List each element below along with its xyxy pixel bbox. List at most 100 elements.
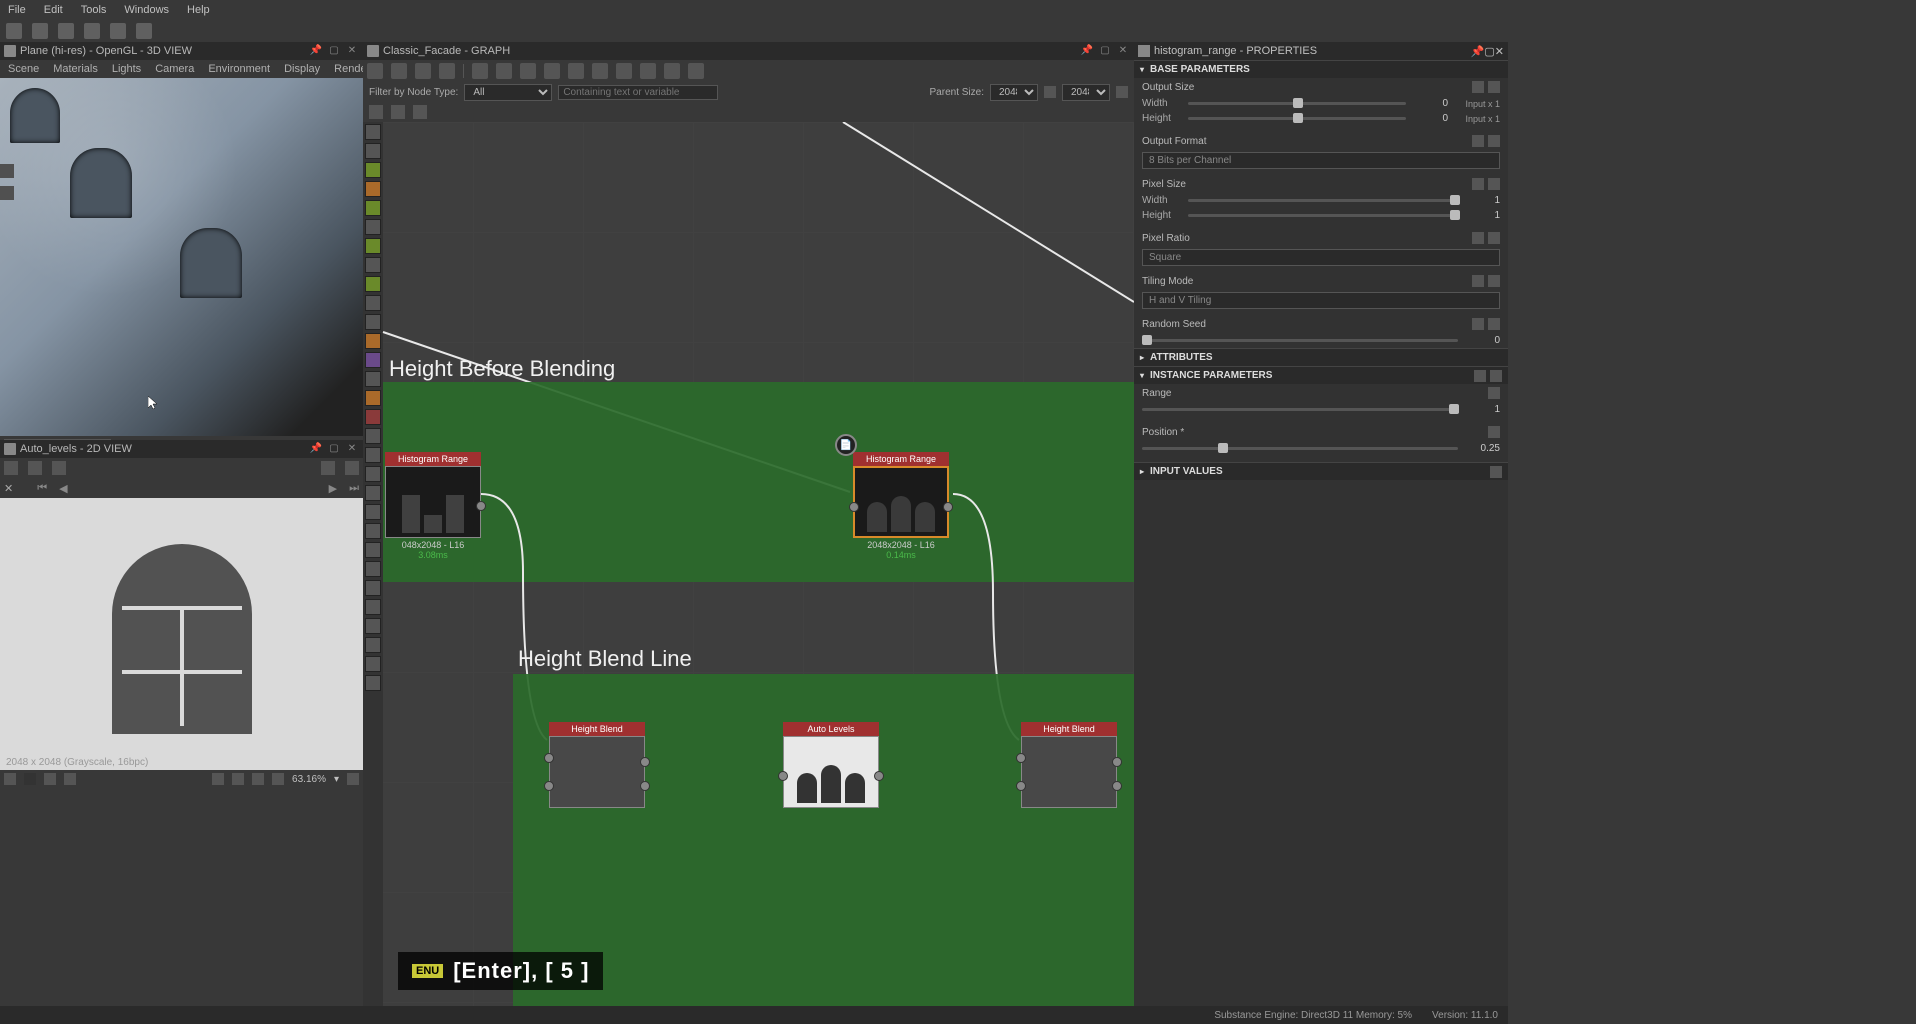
output-port[interactable]	[1112, 757, 1122, 767]
palette-item[interactable]	[365, 219, 381, 235]
subbar-icon[interactable]	[413, 105, 427, 119]
grid-icon[interactable]	[212, 773, 224, 785]
3d-menu-scene[interactable]: Scene	[8, 63, 39, 75]
reset-icon[interactable]	[1488, 232, 1500, 244]
palette-item[interactable]	[365, 466, 381, 482]
mode-icon[interactable]	[272, 773, 284, 785]
node-height-blend[interactable]: Height Blend	[1021, 722, 1117, 808]
restore-icon[interactable]: ▢	[1484, 45, 1494, 58]
pixel-ratio-dropdown[interactable]: Square	[1142, 249, 1500, 266]
menu-edit[interactable]: Edit	[44, 4, 63, 16]
inherit-icon[interactable]	[1472, 135, 1484, 147]
node-height-blend[interactable]: Height Blend	[549, 722, 645, 808]
copy-icon[interactable]	[52, 461, 66, 475]
restore-icon[interactable]: ▢	[327, 442, 341, 456]
palette-item[interactable]	[365, 143, 381, 159]
new-icon[interactable]	[4, 461, 18, 475]
palette-item[interactable]	[365, 181, 381, 197]
menu-windows[interactable]: Windows	[124, 4, 169, 16]
reset-icon[interactable]	[1488, 135, 1500, 147]
palette-item[interactable]	[365, 447, 381, 463]
toolbar-save-icon[interactable]	[84, 23, 100, 39]
parent-height-dropdown[interactable]: 2048	[1062, 84, 1110, 101]
toolbar-undo-icon[interactable]	[110, 23, 126, 39]
3d-menu-display[interactable]: Display	[284, 63, 320, 75]
reset-icon[interactable]	[1488, 426, 1500, 438]
palette-item[interactable]	[365, 675, 381, 691]
channel-icon[interactable]	[44, 773, 56, 785]
output-port[interactable]	[640, 757, 650, 767]
output-port[interactable]	[943, 502, 953, 512]
close-icon[interactable]: ✕	[345, 442, 359, 456]
input-port[interactable]	[1016, 753, 1026, 763]
input-port[interactable]	[849, 502, 859, 512]
output-port[interactable]	[874, 771, 884, 781]
node-badge-icon[interactable]: 📄	[835, 434, 857, 456]
inherit-icon[interactable]	[1472, 318, 1484, 330]
channel-icon[interactable]	[24, 773, 36, 785]
menu-file[interactable]: File	[8, 4, 26, 16]
palette-item[interactable]	[365, 618, 381, 634]
reset-icon[interactable]	[1488, 318, 1500, 330]
palette-item[interactable]	[365, 238, 381, 254]
pin-icon[interactable]: 📌	[1080, 44, 1094, 58]
toolbar-reload-icon[interactable]	[32, 23, 48, 39]
frame-icon[interactable]	[640, 63, 656, 79]
subbar-icon[interactable]	[369, 105, 383, 119]
align-icon[interactable]	[664, 63, 680, 79]
palette-item[interactable]	[365, 333, 381, 349]
palette-item[interactable]	[365, 542, 381, 558]
range-slider[interactable]	[1142, 408, 1458, 411]
node-histogram-range[interactable]: 📄 Histogram Range 2048x2048 - L16 0.14ms	[853, 452, 949, 560]
lock-icon[interactable]	[347, 773, 359, 785]
palette-item[interactable]	[365, 352, 381, 368]
mode-icon[interactable]	[252, 773, 264, 785]
palette-item[interactable]	[365, 257, 381, 273]
reset-icon[interactable]	[1488, 275, 1500, 287]
tile-icon[interactable]	[232, 773, 244, 785]
output-port[interactable]	[1112, 781, 1122, 791]
pixel-width-slider[interactable]	[1188, 199, 1458, 202]
3d-menu-camera[interactable]: Camera	[155, 63, 194, 75]
close-tab-icon[interactable]: ✕	[4, 482, 13, 495]
info-icon[interactable]	[439, 63, 455, 79]
pin-icon[interactable]: 📌	[1471, 45, 1485, 58]
play-icon[interactable]: ▶	[329, 482, 337, 495]
palette-item[interactable]	[365, 656, 381, 672]
reset-icon[interactable]	[1488, 178, 1500, 190]
restore-icon[interactable]: ▢	[327, 44, 341, 58]
pin-icon[interactable]: 📌	[309, 44, 323, 58]
link-icon[interactable]	[592, 63, 608, 79]
camera-icon[interactable]	[415, 63, 431, 79]
random-seed-slider[interactable]	[1142, 339, 1458, 342]
filter-type-dropdown[interactable]: All	[464, 84, 552, 101]
chevron-down-icon[interactable]: ▾	[334, 774, 339, 785]
position-slider[interactable]	[1142, 447, 1458, 450]
filter-text-input[interactable]	[558, 85, 718, 100]
graph-frame[interactable]	[383, 382, 1134, 582]
height-slider[interactable]	[1188, 117, 1406, 120]
restore-icon[interactable]: ▢	[1098, 44, 1112, 58]
palette-item[interactable]	[365, 314, 381, 330]
reset-icon[interactable]	[1488, 81, 1500, 93]
palette-item[interactable]	[365, 295, 381, 311]
inherit-icon[interactable]	[1472, 232, 1484, 244]
pin-icon[interactable]: 📌	[309, 442, 323, 456]
copy-icon[interactable]	[1474, 370, 1486, 382]
snap-icon[interactable]	[568, 63, 584, 79]
save-icon[interactable]	[28, 461, 42, 475]
inherit-icon[interactable]	[1472, 275, 1484, 287]
play-back-icon[interactable]: ◀	[59, 482, 67, 495]
palette-item[interactable]	[365, 390, 381, 406]
channel-icon[interactable]	[4, 773, 16, 785]
section-attributes[interactable]: ▸ATTRIBUTES	[1134, 348, 1508, 366]
fit-icon[interactable]	[496, 63, 512, 79]
palette-item[interactable]	[365, 428, 381, 444]
3d-menu-materials[interactable]: Materials	[53, 63, 98, 75]
next-icon[interactable]: ⏭	[349, 482, 359, 495]
palette-item[interactable]	[365, 637, 381, 653]
refresh-icon[interactable]	[616, 63, 632, 79]
toolbar-redo-icon[interactable]	[136, 23, 152, 39]
palette-item[interactable]	[365, 485, 381, 501]
select-icon[interactable]	[367, 63, 383, 79]
